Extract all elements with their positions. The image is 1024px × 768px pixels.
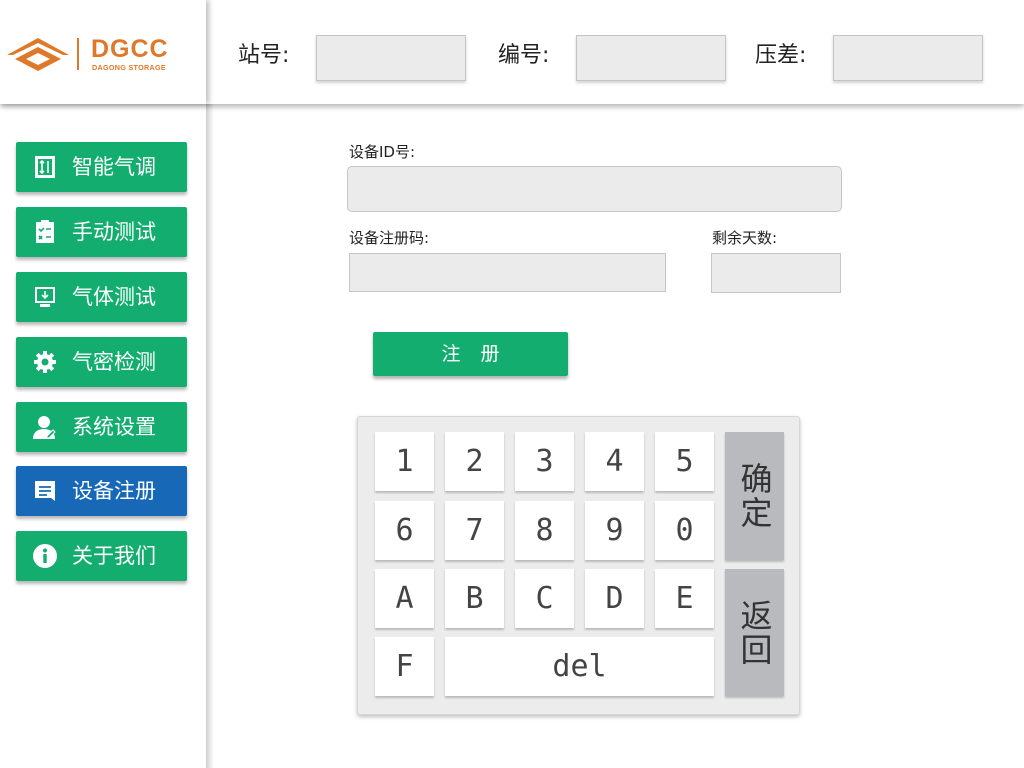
brand-name: DGCC: [91, 35, 169, 63]
station-label: 站号:: [238, 43, 290, 68]
keypad: 1 2 3 4 5 6 7 8 9 0 A B C D E F del 确定 返…: [357, 416, 800, 715]
sidebar-item-system-settings[interactable]: 系统设置: [16, 402, 187, 452]
logo-divider: [77, 38, 79, 70]
sidebar-item-label: 关于我们: [72, 544, 156, 568]
document-icon: [32, 478, 58, 504]
key-d[interactable]: D: [585, 569, 644, 628]
back-key[interactable]: 返回: [725, 569, 784, 696]
sidebar-item-label: 系统设置: [72, 415, 156, 439]
sidebar: 智能气调 手动测试 气体测试 气密检测 系统设置 设备注册 关于我们: [0, 104, 208, 768]
reg-code-field[interactable]: [349, 253, 666, 292]
brand-subtitle: DAGONG STORAGE: [92, 63, 166, 72]
key-2[interactable]: 2: [445, 432, 504, 491]
sidebar-item-device-registration[interactable]: 设备注册: [16, 466, 187, 516]
key-0[interactable]: 0: [655, 501, 714, 560]
key-8[interactable]: 8: [515, 501, 574, 560]
key-7[interactable]: 7: [445, 501, 504, 560]
logo: DGCC DAGONG STORAGE: [0, 0, 206, 104]
sidebar-item-airtight-check[interactable]: 气密检测: [16, 337, 187, 387]
key-9[interactable]: 9: [585, 501, 644, 560]
days-left-field[interactable]: [711, 253, 841, 293]
key-c[interactable]: C: [515, 569, 574, 628]
monitor-download-icon: [32, 284, 58, 310]
sidebar-item-gas-test[interactable]: 气体测试: [16, 272, 187, 322]
sidebar-item-label: 设备注册: [72, 479, 156, 503]
info-icon: [32, 543, 58, 569]
device-id-label: 设备ID号:: [349, 143, 416, 161]
top-bar: DGCC DAGONG STORAGE 站号: 编号: 压差:: [0, 0, 1024, 104]
sidebar-item-label: 手动测试: [72, 220, 156, 244]
key-1[interactable]: 1: [375, 432, 434, 491]
key-4[interactable]: 4: [585, 432, 644, 491]
door-arrows-icon: [32, 154, 58, 180]
sidebar-divider: [206, 104, 214, 768]
confirm-key[interactable]: 确定: [725, 432, 784, 560]
pressure-field[interactable]: [833, 35, 983, 81]
key-b[interactable]: B: [445, 569, 504, 628]
sidebar-item-label: 气体测试: [72, 285, 156, 309]
register-button[interactable]: 注册: [373, 332, 568, 376]
key-a[interactable]: A: [375, 569, 434, 628]
days-left-label: 剩余天数:: [712, 229, 778, 247]
key-e[interactable]: E: [655, 569, 714, 628]
number-field[interactable]: [576, 35, 726, 81]
clipboard-checklist-icon: [32, 219, 58, 245]
key-3[interactable]: 3: [515, 432, 574, 491]
key-6[interactable]: 6: [375, 501, 434, 560]
station-field[interactable]: [316, 35, 466, 81]
sidebar-item-label: 智能气调: [72, 155, 156, 179]
gear-icon: [32, 349, 58, 375]
sidebar-item-about-us[interactable]: 关于我们: [16, 531, 187, 581]
sidebar-item-label: 气密检测: [72, 350, 156, 374]
pressure-label: 压差:: [755, 43, 807, 68]
number-label: 编号:: [498, 43, 550, 68]
dgcc-logo-icon: [7, 38, 69, 71]
reg-code-label: 设备注册码:: [349, 229, 430, 247]
delete-key[interactable]: del: [445, 637, 714, 696]
sidebar-item-smart-atmosphere[interactable]: 智能气调: [16, 142, 187, 192]
key-5[interactable]: 5: [655, 432, 714, 491]
user-settings-icon: [32, 414, 58, 440]
key-f[interactable]: F: [375, 637, 434, 696]
sidebar-item-manual-test[interactable]: 手动测试: [16, 207, 187, 257]
device-id-field[interactable]: [347, 166, 842, 212]
